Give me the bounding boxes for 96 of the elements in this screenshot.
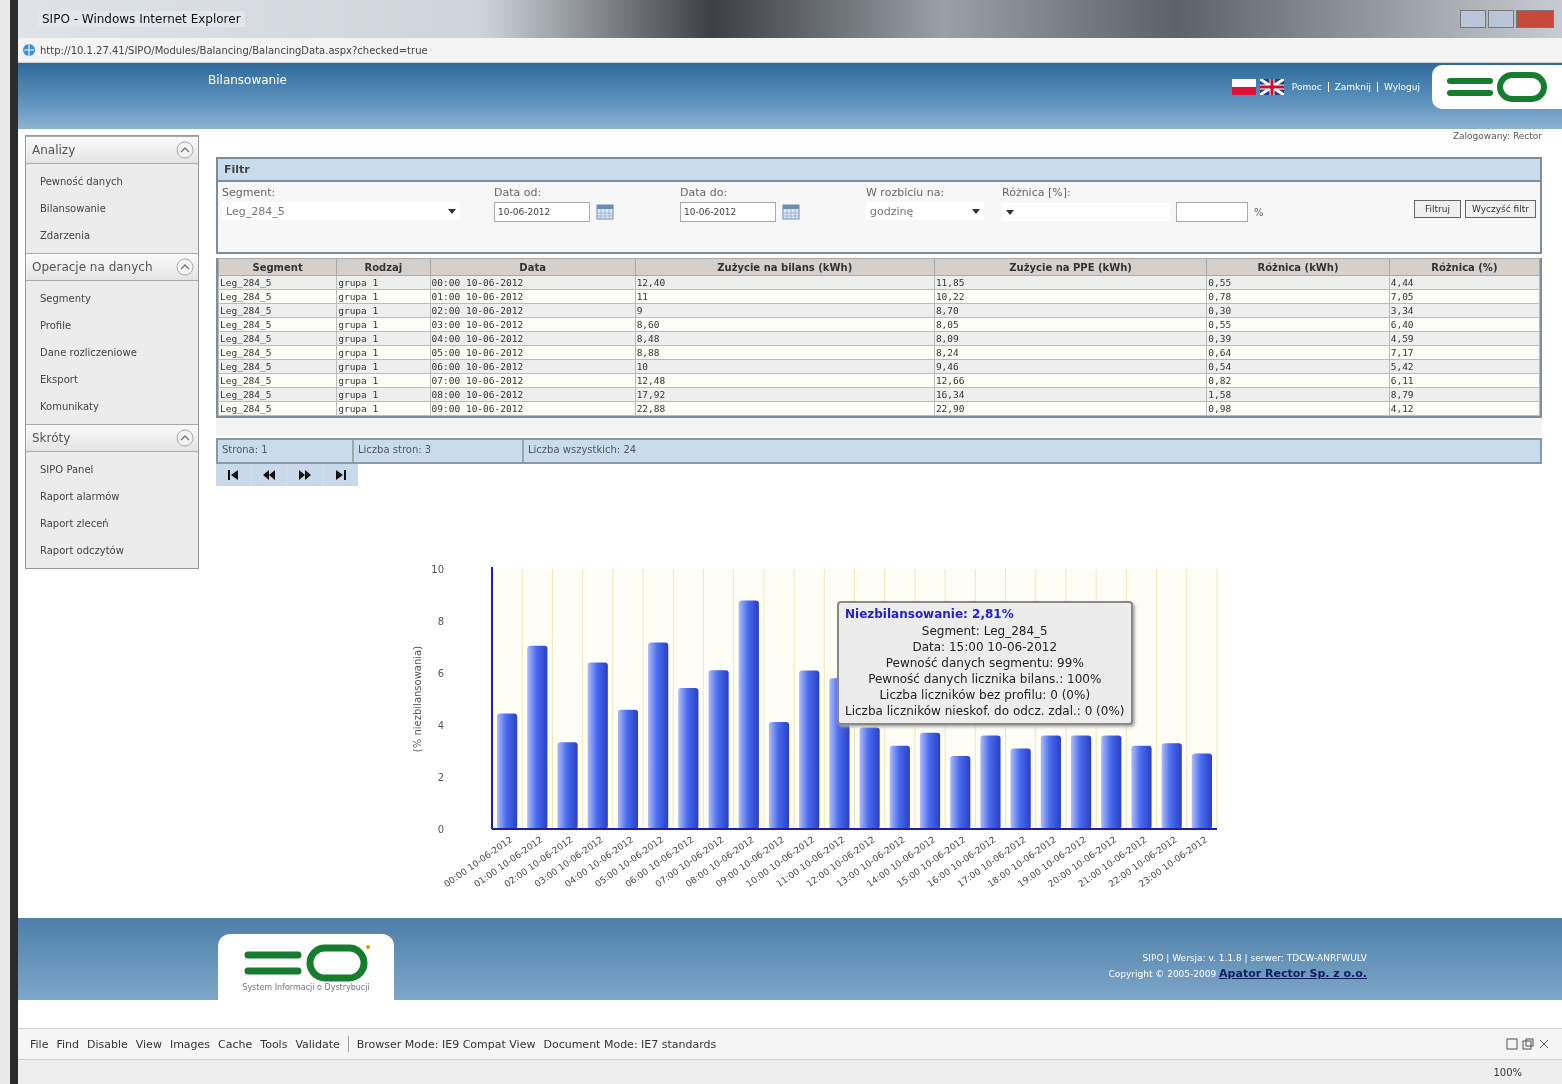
tick-label: 8 bbox=[437, 616, 444, 627]
field-label: Data do: bbox=[680, 186, 729, 199]
sidebar-item[interactable]: Eksport bbox=[26, 366, 198, 393]
mode-menu[interactable]: Browser Mode: IE9 Compat View bbox=[356, 1037, 536, 1051]
sidebar-section-header[interactable]: Analizy bbox=[26, 136, 198, 164]
field-label: W rozbiciu na: bbox=[866, 186, 946, 199]
last-page-icon[interactable] bbox=[334, 468, 348, 482]
chevron-icon[interactable] bbox=[176, 141, 194, 159]
address-field[interactable]: http://10.1.27.41/SIPO/Modules/Balancing/BalancingData.aspx?checked=true bbox=[40, 44, 428, 56]
chevron-icon[interactable] bbox=[176, 429, 194, 447]
menu-item[interactable]: Images bbox=[169, 1037, 211, 1051]
sidebar-item[interactable]: Bilansowanie bbox=[26, 195, 198, 222]
pager-info: Liczba wszystkich: 24 bbox=[527, 443, 638, 457]
window-controls-icon[interactable] bbox=[1506, 1037, 1550, 1050]
column-header[interactable]: Zużycie na bilans (kWh) bbox=[635, 258, 935, 276]
sidebar-item[interactable]: Raport odczytów bbox=[26, 537, 198, 564]
menu-item[interactable]: Disable bbox=[86, 1037, 128, 1051]
dropdown[interactable]: Leg_284_5 bbox=[222, 202, 460, 220]
tooltip-line: Data: 15:00 10-06-2012 bbox=[911, 639, 1059, 655]
filter-button[interactable]: Wyczyść filtr bbox=[1465, 200, 1536, 218]
flag-icon[interactable] bbox=[1259, 79, 1284, 95]
header-link[interactable]: Zamknij bbox=[1334, 82, 1371, 92]
chevron-icon[interactable] bbox=[176, 258, 194, 276]
copyright-text: Copyright © 2005-2009 bbox=[1108, 969, 1218, 979]
sidebar-item[interactable]: Zdarzenia bbox=[26, 222, 198, 249]
dropdown[interactable]: godzinę bbox=[866, 202, 984, 220]
sidebar-item[interactable]: Segmenty bbox=[26, 285, 198, 312]
caret-icon[interactable] bbox=[972, 208, 980, 214]
globe-icon bbox=[22, 43, 36, 57]
date-field[interactable]: 10-06-2012 bbox=[680, 202, 776, 222]
field-label: Różnica [%]: bbox=[1002, 186, 1072, 199]
menu-item[interactable]: View bbox=[135, 1037, 162, 1051]
sidebar-item[interactable]: Profile bbox=[26, 312, 198, 339]
first-page-icon[interactable] bbox=[226, 468, 240, 482]
column-header[interactable]: Zużycie na PPE (kWh) bbox=[934, 258, 1207, 276]
tick-label: 6 bbox=[437, 668, 444, 679]
mode-menu[interactable]: Document Mode: IE7 standards bbox=[543, 1037, 717, 1051]
pager-info: Liczba stron: 3 bbox=[354, 440, 524, 462]
caret-icon[interactable] bbox=[1006, 209, 1014, 215]
axis-title: (% niezbilansowania) bbox=[412, 645, 423, 753]
menu-item[interactable]: Validate bbox=[295, 1037, 340, 1051]
field-label: Segment: bbox=[222, 186, 277, 199]
tooltip-line: Liczba liczników bez profilu: 0 (0%) bbox=[878, 687, 1092, 703]
tick-label: 0 bbox=[437, 824, 444, 835]
tooltip-line: Pewność danych licznika bilans.: 100% bbox=[867, 671, 1103, 687]
input-field[interactable] bbox=[1176, 202, 1248, 222]
sidebar-item[interactable]: Raport alarmów bbox=[26, 483, 198, 510]
pager-button[interactable] bbox=[252, 464, 286, 486]
menu-item[interactable]: Cache bbox=[218, 1037, 253, 1051]
scrollbar[interactable] bbox=[216, 418, 1542, 436]
page-title: Bilansowanie bbox=[208, 73, 287, 87]
menu-item[interactable]: Tools bbox=[260, 1037, 288, 1051]
company-link[interactable]: Apator Rector Sp. z o.o. bbox=[1219, 967, 1367, 980]
tooltip-line: Liczba liczników nieskof. do odcz. zdal.: 0 (0%) bbox=[845, 703, 1125, 719]
tick-label: 2 bbox=[437, 772, 444, 783]
column-header[interactable]: Różnica (%) bbox=[1389, 258, 1540, 276]
menu-item[interactable]: Find bbox=[56, 1037, 79, 1051]
pager-info: Strona: 1 bbox=[218, 440, 354, 462]
unit-label: % bbox=[1254, 206, 1264, 218]
pager-button[interactable] bbox=[216, 464, 250, 486]
column-header[interactable]: Różnica (kWh) bbox=[1206, 258, 1390, 276]
previous-page-icon[interactable] bbox=[262, 468, 276, 482]
column-header[interactable]: Rodzaj bbox=[336, 258, 431, 276]
sidebar-section-header[interactable]: Skróty bbox=[26, 424, 198, 452]
sidebar-item[interactable]: Pewność danych bbox=[26, 168, 198, 195]
tooltip-title: Niezbilansowanie: 2,81% bbox=[845, 607, 1015, 621]
filter-button[interactable]: Filtruj bbox=[1414, 200, 1462, 218]
logo-tagline: System Informacji o Dystrybucji bbox=[242, 982, 370, 992]
window-title: SIPO - Windows Internet Explorer bbox=[38, 11, 245, 27]
header-link[interactable]: Pomoc bbox=[1291, 82, 1322, 92]
menu-item[interactable]: File bbox=[30, 1037, 49, 1051]
panel-title: Filtr bbox=[224, 163, 250, 176]
next-page-icon[interactable] bbox=[298, 468, 312, 482]
sidebar-item[interactable]: SIPO Panel bbox=[26, 456, 198, 483]
field-label: Data od: bbox=[494, 186, 543, 199]
sidebar-item[interactable]: Raport zleceń bbox=[26, 510, 198, 537]
sidebar-item[interactable]: Komunikaty bbox=[26, 393, 198, 420]
column-header[interactable]: Segment bbox=[218, 258, 337, 276]
version-info: SIPO | Wersja: v. 1.1.8 | serwer: TDCW-ANRFWULV bbox=[1142, 953, 1367, 963]
sidebar-item[interactable]: Dane rozliczeniowe bbox=[26, 339, 198, 366]
pager-button[interactable] bbox=[288, 464, 322, 486]
tooltip-line: Segment: Leg_284_5 bbox=[920, 623, 1049, 639]
calendar-icon[interactable] bbox=[782, 204, 800, 220]
tick-label: 4 bbox=[437, 720, 444, 731]
tick-label: 10 bbox=[431, 564, 444, 575]
zoom-level[interactable]: 100% bbox=[1493, 1066, 1522, 1078]
caret-icon[interactable] bbox=[448, 208, 456, 214]
sidebar-section-header[interactable]: Operacje na danych bbox=[26, 253, 198, 281]
pager-button[interactable] bbox=[324, 464, 358, 486]
date-field[interactable]: 10-06-2012 bbox=[494, 202, 590, 222]
flag-icon[interactable] bbox=[1231, 79, 1256, 95]
header-link[interactable]: Wyloguj bbox=[1384, 82, 1420, 92]
tooltip-line: Pewność danych segmentu: 99% bbox=[884, 655, 1085, 671]
logged-in-user: Zalogowany: Rector bbox=[1452, 131, 1542, 141]
calendar-icon[interactable] bbox=[596, 204, 614, 220]
column-header[interactable]: Data bbox=[430, 258, 636, 276]
